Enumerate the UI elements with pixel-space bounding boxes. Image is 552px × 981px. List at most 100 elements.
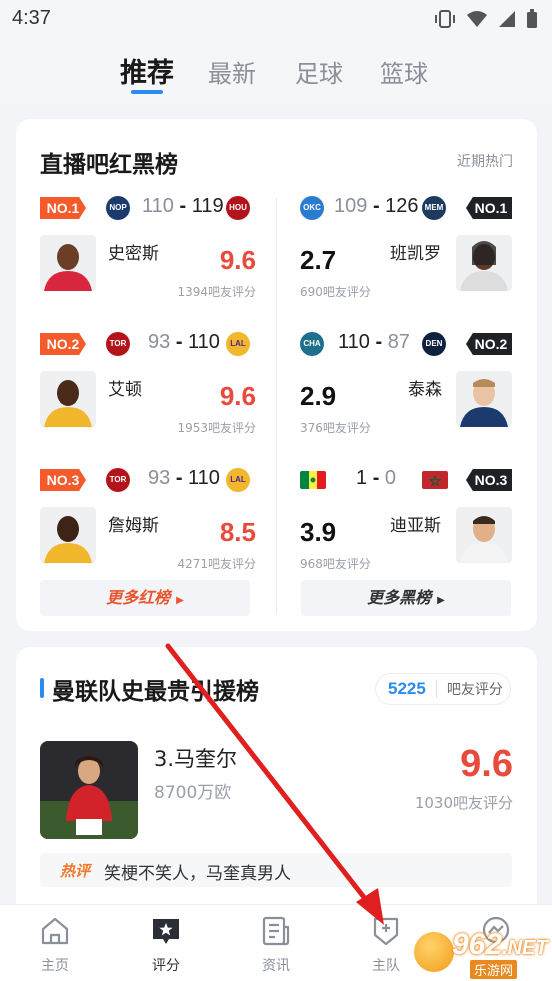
rating-star-icon: [153, 919, 179, 944]
transfer-votes: 1030吧友评分: [414, 794, 513, 812]
rank-badge: NO.2: [40, 333, 86, 355]
top-tabs: 推荐 最新 足球 篮球: [0, 40, 552, 104]
nav-rating[interactable]: 评分: [126, 905, 206, 981]
vote-count: 968吧友评分: [300, 557, 371, 571]
match-score: 109 - 126: [334, 195, 419, 217]
player-name: 艾顿: [108, 380, 142, 400]
vote-count: 1394吧友评分: [177, 285, 256, 299]
morocco-flag-icon: [422, 471, 448, 489]
match-score: 1 - 0: [356, 467, 397, 489]
signal-icon: [499, 11, 515, 27]
player-photo: [40, 741, 138, 839]
battery-icon: [527, 9, 537, 28]
player-avatar: [40, 507, 96, 563]
hot-comment[interactable]: 热评 笑梗不笑人，马奎真男人: [40, 853, 512, 887]
black-list-item-1[interactable]: OKC 109 - 126 MEM NO.1 2.7 690吧友评分 班凯罗: [300, 195, 530, 317]
fan-score-pill: 5225 吧友评分: [375, 673, 511, 705]
rank-badge: NO.3: [466, 469, 512, 491]
team-logo-away: LAL: [226, 468, 250, 492]
team-logo-away: MEM: [422, 196, 446, 220]
team-logo-away: DEN: [422, 332, 446, 356]
watermark-subtext: 乐游网: [470, 960, 518, 979]
caret-right-icon: ▶: [437, 595, 445, 606]
more-black-list-button[interactable]: 更多黑榜 ▶: [301, 580, 511, 616]
black-list-item-3[interactable]: 1 - 0 NO.3 3.9 968吧友评分 迪亚斯: [300, 467, 530, 589]
rank-badge: NO.3: [40, 469, 86, 491]
black-list-item-2[interactable]: CHA 110 - 87 DEN NO.2 2.9 376吧友评分 泰森: [300, 331, 530, 453]
tab-football[interactable]: 足球: [295, 54, 343, 89]
tab-basketball[interactable]: 篮球: [380, 54, 428, 89]
tab-recommend[interactable]: 推荐: [120, 51, 174, 90]
team-logo-home: OKC: [300, 196, 324, 220]
player-avatar: [456, 371, 512, 427]
pill-divider: [435, 680, 437, 698]
team-logo-away: LAL: [226, 332, 250, 356]
vote-count: 1953吧友评分: [177, 421, 256, 435]
title-accent-bar: [40, 678, 44, 698]
match-score: 93 - 110: [148, 331, 220, 353]
status-time: 4:37: [12, 7, 51, 29]
vote-count: 4271吧友评分: [177, 557, 256, 571]
match-score: 110 - 87: [338, 331, 410, 353]
player-name: 詹姆斯: [108, 516, 159, 536]
fan-score-label: 吧友评分: [446, 682, 503, 698]
card-title: 曼联队史最贵引援榜: [52, 679, 259, 705]
player-name: 泰森: [408, 380, 442, 400]
watermark-logo-icon: [414, 932, 454, 972]
player-rating: 9.6: [219, 381, 256, 411]
team-logo-home: TOR: [106, 332, 130, 356]
caret-right-icon: ▶: [176, 595, 184, 606]
fan-score-count: 5225: [388, 679, 426, 698]
vote-count: 690吧友评分: [300, 285, 371, 299]
nav-label: 主页: [41, 958, 69, 974]
red-black-ranking-card: 直播吧红黑榜 近期热门 NO.1 NOP 110 - 119 HOU 史密斯 9…: [16, 119, 537, 631]
status-bar: 4:37: [0, 0, 552, 40]
tab-latest[interactable]: 最新: [208, 54, 256, 89]
vote-count: 376吧友评分: [300, 421, 371, 435]
nav-label: 评分: [152, 958, 180, 974]
hot-comment-tag: 热评: [60, 862, 91, 880]
rank-badge: NO.1: [466, 197, 512, 219]
nav-news[interactable]: 资讯: [236, 905, 316, 981]
recent-hot-link[interactable]: 近期热门: [457, 151, 513, 171]
news-icon: [262, 916, 290, 946]
player-avatar: [40, 371, 96, 427]
card-title: 直播吧红黑榜: [40, 152, 178, 178]
team-logo-home: TOR: [106, 468, 130, 492]
transfer-rating: 9.6: [460, 743, 513, 785]
more-red-list-button[interactable]: 更多红榜 ▶: [40, 580, 250, 616]
transfer-ranking-card[interactable]: 曼联队史最贵引援榜 5225 吧友评分 3.马奎尔 8700万欧 9.6 103…: [16, 647, 537, 917]
player-avatar: [456, 235, 512, 291]
match-score: 93 - 110: [148, 467, 220, 489]
red-list-item-3[interactable]: NO.3 TOR 93 - 110 LAL 詹姆斯 8.5 4271吧友评分: [40, 467, 270, 589]
team-logo-home: NOP: [106, 196, 130, 220]
transfer-player-name: 3.马奎尔: [154, 747, 238, 771]
rank-badge: NO.2: [466, 333, 512, 355]
red-list-item-2[interactable]: NO.2 TOR 93 - 110 LAL 艾顿 9.6 1953吧友评分: [40, 331, 270, 453]
red-list-item-1[interactable]: NO.1 NOP 110 - 119 HOU 史密斯 9.6 1394吧友评分: [40, 195, 270, 317]
nav-label: 资讯: [262, 958, 290, 974]
player-avatar: [456, 507, 512, 563]
player-name: 迪亚斯: [390, 516, 441, 536]
team-shield-icon: [373, 917, 399, 946]
player-avatar: [40, 235, 96, 291]
column-divider: [276, 197, 277, 613]
match-score: 110 - 119: [142, 195, 224, 217]
player-name: 史密斯: [108, 244, 159, 264]
vibrate-icon: [435, 10, 455, 28]
player-rating: 3.9: [300, 517, 337, 547]
site-watermark: 962.NET 乐游网: [414, 928, 548, 979]
tab-active-indicator: [131, 90, 163, 94]
player-rating: 2.7: [300, 245, 337, 275]
player-rating: 9.6: [219, 245, 256, 275]
home-icon: [41, 917, 69, 945]
status-icons: [434, 9, 538, 29]
transfer-fee: 8700万欧: [154, 783, 232, 803]
team-logo-home: CHA: [300, 332, 324, 356]
rank-badge: NO.1: [40, 197, 86, 219]
player-rating: 2.9: [300, 381, 337, 411]
player-name: 班凯罗: [390, 244, 441, 264]
wifi-icon: [467, 11, 487, 27]
team-logo-away: HOU: [226, 196, 250, 220]
nav-home[interactable]: 主页: [15, 905, 95, 981]
